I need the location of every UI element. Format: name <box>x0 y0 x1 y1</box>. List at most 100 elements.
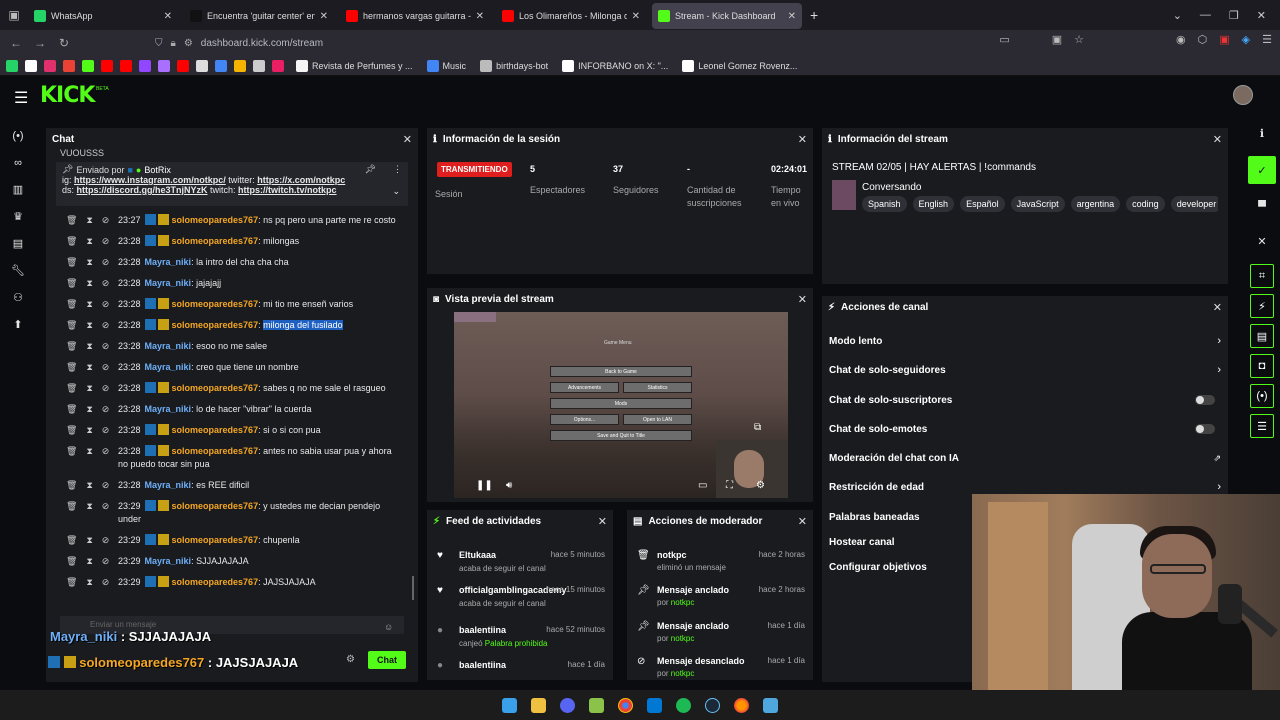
stream-tag[interactable]: Español <box>960 196 1005 212</box>
close-icon[interactable]: ✕ <box>598 515 607 528</box>
bookmark-favicon-icon[interactable] <box>253 59 265 72</box>
chrome-icon[interactable] <box>618 697 633 713</box>
browser-tab[interactable]: Los Olimareños - Milonga de ✕ <box>496 3 646 29</box>
instagram-link[interactable]: https://www.instagram.com/notkpc/ <box>74 175 226 185</box>
delete-message-icon[interactable]: 🗑︎ <box>66 214 77 227</box>
timeout-icon[interactable]: ⧗ <box>86 256 92 269</box>
bookmark-item[interactable]: Leonel Gomez Rovenz... <box>682 59 797 72</box>
message-username[interactable]: solomeoparedes767 <box>172 299 259 309</box>
twitter-link[interactable]: https://x.com/notkpc <box>257 175 345 185</box>
delete-message-icon[interactable]: 🗑︎ <box>66 277 77 290</box>
restore-icon[interactable]: ❐ <box>1229 9 1239 22</box>
timeout-icon[interactable]: ⧗ <box>86 445 92 458</box>
chat-bubble-icon[interactable]: ◘ <box>1250 354 1274 378</box>
feed-item[interactable]: ● baalentiina hace 52 minutos canjeó Palabr… <box>437 625 609 655</box>
chat-message[interactable]: 🗑︎ ⧗ ⊘ 23:28 solomeoparedes767: milongas <box>46 231 418 252</box>
bookmark-favicon-icon[interactable] <box>139 59 151 72</box>
bookmark-favicon-icon[interactable] <box>272 59 284 72</box>
windows-start-icon[interactable] <box>502 697 517 713</box>
stream-tag[interactable]: coding <box>1126 196 1165 212</box>
close-icon[interactable]: ✕ <box>1213 133 1222 146</box>
ban-icon[interactable]: ⊘ <box>102 361 110 374</box>
delete-message-icon[interactable]: 🗑︎ <box>66 361 77 374</box>
message-username[interactable]: solomeoparedes767 <box>172 215 259 225</box>
forward-icon[interactable]: → <box>28 36 52 50</box>
timeout-icon[interactable]: ⧗ <box>86 424 92 437</box>
timeout-icon[interactable]: ⧗ <box>86 298 92 311</box>
screenshot-icon[interactable]: ▣ <box>1052 33 1062 46</box>
chat-scrollbar[interactable] <box>412 576 414 600</box>
check-icon[interactable]: ✓ <box>1248 156 1276 184</box>
chat-message[interactable]: 🗑︎ ⧗ ⊘ 23:29 Mayra_niki: SJJAJAJAJA <box>46 551 418 572</box>
chat-message[interactable]: 🗑︎ ⧗ ⊘ 23:29 solomeoparedes767: JAJSJAJAJA <box>46 572 418 593</box>
ban-icon[interactable]: ⊘ <box>102 256 110 269</box>
ban-icon[interactable]: ⊘ <box>102 298 110 311</box>
delete-message-icon[interactable]: 🗑︎ <box>66 555 77 568</box>
moderator-name[interactable]: notkpc <box>671 598 695 607</box>
tab-close-icon[interactable]: ✕ <box>632 11 640 22</box>
chat-message[interactable]: 🗑︎ ⧗ ⊘ 23:28 solomeoparedes767: sabes q no m… <box>46 378 418 399</box>
toggle-switch[interactable] <box>1195 395 1215 405</box>
settings-icon[interactable]: ⚙ <box>756 480 765 491</box>
ban-icon[interactable]: ⊘ <box>102 403 110 416</box>
address-bar[interactable]: ⛉ 🔒︎ ⚙ dashboard.kick.com/stream <box>155 33 1075 53</box>
emote-icon[interactable]: ☺ <box>384 622 393 632</box>
users-icon[interactable]: ⚇ <box>0 284 36 311</box>
stream-tag[interactable]: developer <box>1170 196 1218 212</box>
delete-message-icon[interactable]: 🗑︎ <box>66 424 77 437</box>
timeout-icon[interactable]: ⧗ <box>86 277 92 290</box>
lock-icon[interactable]: 🔒︎ <box>171 38 176 49</box>
shield-icon[interactable]: ⛉ <box>155 38 163 49</box>
timeout-icon[interactable]: ⧗ <box>86 361 92 374</box>
reader-icon[interactable]: ▭ <box>999 33 1009 46</box>
new-tab-button[interactable]: + <box>810 7 818 23</box>
delete-message-icon[interactable]: 🗑︎ <box>66 319 77 332</box>
ban-icon[interactable]: ⊘ <box>102 340 110 353</box>
tab-overflow-icon[interactable]: ⌄ <box>1173 9 1182 22</box>
hamburger-menu-icon[interactable]: ☰ <box>14 88 28 108</box>
spotify-icon[interactable] <box>676 697 691 713</box>
chat-message[interactable]: 🗑︎ ⧗ ⊘ 23:28 Mayra_niki: esoo no me salee <box>46 336 418 357</box>
delete-message-icon[interactable]: 🗑︎ <box>66 235 77 248</box>
ban-icon[interactable]: ⊘ <box>102 424 110 437</box>
live-server-icon[interactable] <box>589 697 604 713</box>
timeout-icon[interactable]: ⧗ <box>86 319 92 332</box>
bookmark-item[interactable]: birthdays-bot <box>480 59 548 72</box>
chat-message[interactable]: 🗑︎ ⧗ ⊘ 23:29 solomeoparedes767: chupenla <box>46 530 418 551</box>
broadcast-icon[interactable]: (•) <box>0 122 36 149</box>
chart-icon[interactable]: ▥ <box>0 176 36 203</box>
timeout-icon[interactable]: ⧗ <box>86 479 92 492</box>
bookmark-favicon-icon[interactable] <box>101 59 113 72</box>
discord-icon[interactable] <box>560 697 575 713</box>
bookmark-favicon-icon[interactable] <box>25 59 37 72</box>
mod-action-item[interactable]: ⊘ Mensaje desanclado hace 1 día por notkpc <box>637 656 809 684</box>
bookmark-favicon-icon[interactable] <box>234 59 246 72</box>
channel-action-row[interactable]: Chat de solo-suscriptores <box>829 390 1221 410</box>
feed-item[interactable]: ♥ Eltukaaa hace 5 minutos acaba de seguir e… <box>437 550 609 580</box>
file-explorer-icon[interactable] <box>531 697 546 713</box>
send-chat-button[interactable]: Chat <box>368 651 406 669</box>
timeout-icon[interactable]: ⧗ <box>86 576 92 589</box>
timeout-icon[interactable]: ⧗ <box>86 500 92 513</box>
bookmark-favicon-icon[interactable] <box>6 59 18 72</box>
channel-action-row[interactable]: Modo lento › <box>829 331 1221 351</box>
fullscreen-icon[interactable]: ⛶ <box>726 480 733 491</box>
document-icon[interactable]: ▤ <box>1250 324 1274 348</box>
chat-message[interactable]: 🗑︎ ⧗ ⊘ 23:28 solomeoparedes767: si o si con … <box>46 420 418 441</box>
close-icon[interactable]: ✕ <box>798 293 807 306</box>
delete-message-icon[interactable]: 🗑︎ <box>66 500 77 513</box>
trophy-icon[interactable]: ♛ <box>0 203 36 230</box>
feed-user[interactable]: Eltukaaa <box>459 550 496 560</box>
chat-message[interactable]: 🗑︎ ⧗ ⊘ 23:29 solomeoparedes767: y ustedes me… <box>46 496 418 530</box>
bookmark-favicon-icon[interactable] <box>120 59 132 72</box>
ban-icon[interactable]: ⊘ <box>102 235 110 248</box>
steam-icon[interactable] <box>705 697 720 713</box>
stream-preview-video[interactable]: Game Menu Back to Game Advancements Stat… <box>454 312 788 498</box>
feed-user[interactable]: baalentiina <box>459 660 506 670</box>
ban-icon[interactable]: ⊘ <box>102 479 110 492</box>
chat-message[interactable]: 🗑︎ ⧗ ⊘ 23:28 Mayra_niki: la intro del cha ch… <box>46 252 418 273</box>
delete-message-icon[interactable]: 🗑︎ <box>66 576 77 589</box>
chevron-right-icon[interactable]: › <box>1217 364 1221 376</box>
ban-icon[interactable]: ⊘ <box>102 214 110 227</box>
message-username[interactable]: solomeoparedes767 <box>172 501 259 511</box>
